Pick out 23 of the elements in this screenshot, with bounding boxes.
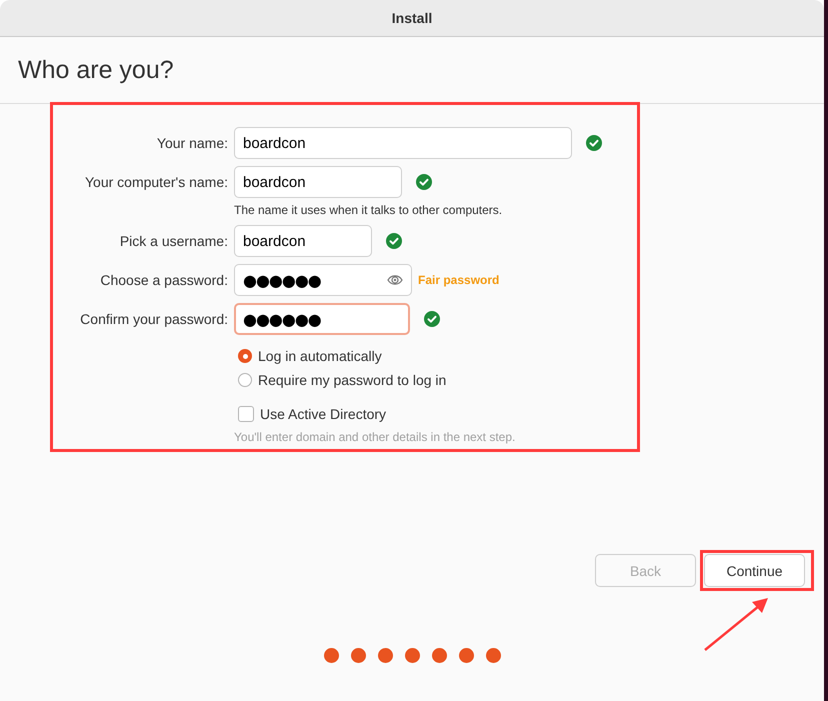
field-label: Your name: [156, 135, 228, 151]
window-title: Install [392, 10, 432, 26]
text-field[interactable]: boardcon [234, 127, 572, 159]
field-hint: The name it uses when it talks to other computers. [234, 203, 504, 217]
text-field[interactable]: boardcon [234, 166, 402, 198]
field-label: Your computer's name: [84, 174, 228, 190]
field-label: Choose a password: [99, 272, 228, 288]
checkbox[interactable] [238, 406, 254, 422]
password-field[interactable]: ●●●●●● [234, 264, 412, 296]
field-label: Pick a username: [118, 233, 228, 249]
password-strength: Fair password [418, 273, 500, 287]
radio-label[interactable]: Log in automatically [258, 348, 382, 364]
radio-button[interactable] [238, 373, 252, 387]
eye-icon[interactable] [387, 274, 403, 286]
radio-button[interactable] [238, 349, 252, 363]
checkbox-label[interactable]: Use Active Directory [260, 406, 386, 422]
continue-button[interactable]: Continue [704, 554, 805, 587]
field-hint: You'll enter domain and other details in the next step. [234, 430, 516, 444]
text-field[interactable]: boardcon [234, 225, 372, 257]
radio-label[interactable]: Require my password to log in [258, 372, 446, 388]
field-label: Confirm your password: [79, 311, 228, 327]
page-heading: Who are you? [18, 56, 174, 84]
password-field[interactable]: ●●●●●● [234, 303, 410, 335]
